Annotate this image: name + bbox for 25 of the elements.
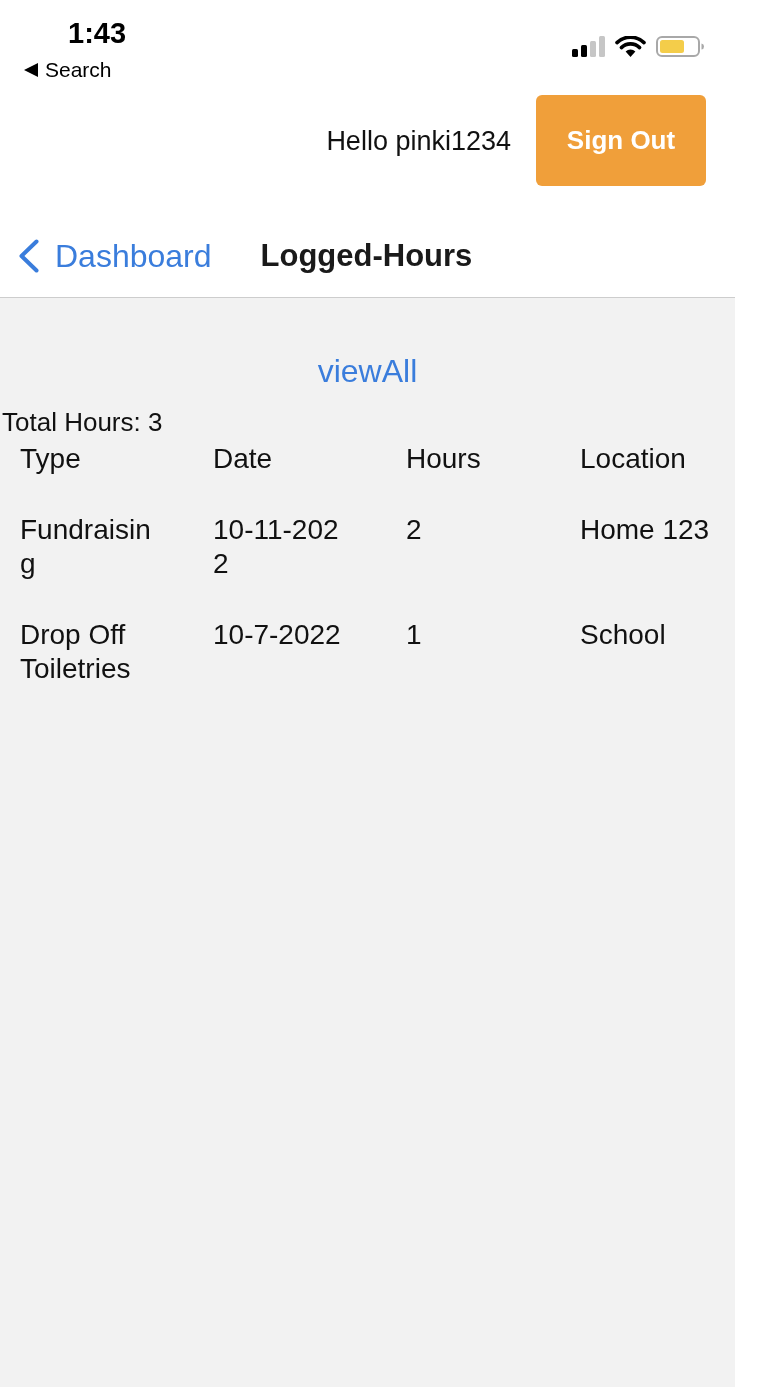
sign-out-button[interactable]: Sign Out — [536, 95, 706, 186]
back-button[interactable]: Dashboard — [18, 237, 212, 275]
status-time: 1:43 — [68, 16, 127, 50]
signal-icon — [572, 36, 605, 57]
back-link[interactable]: Search — [24, 57, 112, 83]
table-cell-text: School — [580, 618, 666, 652]
table-cell-text: Drop Off Toiletries — [20, 618, 132, 686]
back-triangle-icon — [24, 63, 38, 77]
greeting-text: Hello pinki1234 — [326, 124, 511, 157]
wifi-icon — [615, 36, 646, 57]
column-header: Hours — [406, 442, 481, 476]
page-title: Logged-Hours — [260, 237, 473, 275]
table-cell-text: Home 123 — [580, 513, 710, 547]
column-header: Type — [20, 442, 81, 476]
table-cell-text: 10-7-2022 — [213, 618, 341, 652]
total-hours-label: Total Hours: 3 — [2, 406, 163, 438]
view-all-link[interactable]: viewAll — [317, 352, 418, 390]
table-cell-text: 10-11-2022 — [213, 513, 340, 581]
table-cell-text: Fundraising — [20, 513, 152, 581]
column-header: Date — [213, 442, 273, 476]
table-cell-text: 2 — [406, 513, 422, 547]
chevron-left-icon — [18, 239, 40, 273]
column-header: Location — [580, 442, 686, 476]
table-cell-text: 1 — [406, 618, 422, 652]
battery-icon — [656, 36, 704, 57]
